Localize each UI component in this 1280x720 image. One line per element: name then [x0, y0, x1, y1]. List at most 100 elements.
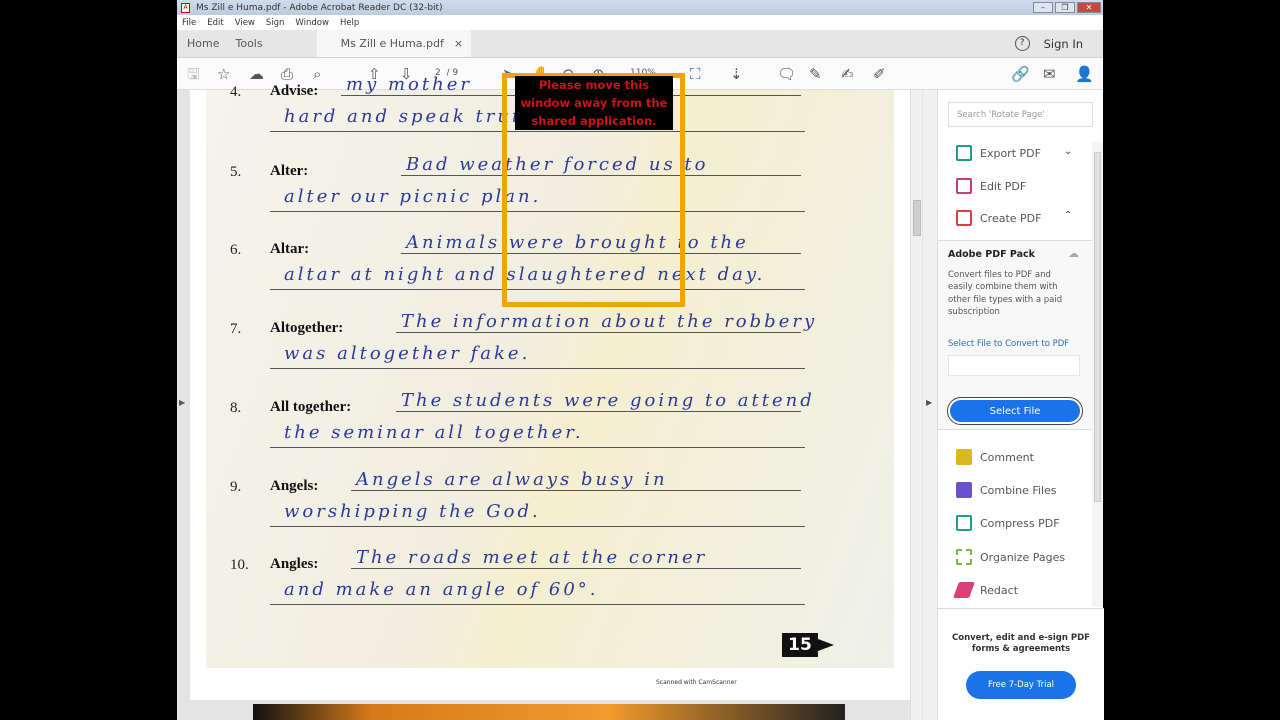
compress-pdf-icon: [956, 515, 972, 531]
organize-pages-icon: [956, 549, 972, 565]
entry-sentence-line2: the seminar all together.: [284, 422, 584, 443]
tool-export-pdf[interactable]: Export PDF: [956, 145, 1041, 161]
title-bar: A Ms Zill e Huma.pdf - Adobe Acrobat Rea…: [177, 0, 1103, 15]
document-scrollbar[interactable]: [910, 90, 922, 720]
select-file-label: Select File to Convert to PDF: [948, 339, 1070, 349]
tool-label: Export PDF: [980, 146, 1041, 160]
select-file-button[interactable]: Select File: [947, 397, 1083, 425]
create-pdf-icon: [956, 210, 972, 226]
entry-sentence-line2: worshipping the God.: [284, 501, 541, 522]
minimize-button[interactable]: –: [1033, 2, 1053, 13]
close-window-button[interactable]: ✕: [1077, 2, 1101, 13]
tool-redact[interactable]: Redact: [953, 582, 1019, 598]
entry-number: 6.: [230, 242, 242, 258]
bookmark-star-icon[interactable]: ☆: [217, 65, 230, 83]
save-icon[interactable]: 🖫: [187, 65, 200, 83]
tool-label: Edit PDF: [980, 179, 1027, 193]
entry-word: Alter:: [270, 163, 309, 179]
entry-word: All together:: [270, 399, 352, 415]
entry-word: Angels:: [270, 478, 319, 494]
help-icon[interactable]: ?: [1014, 36, 1030, 51]
scroll-mode-icon[interactable]: ⇣: [730, 65, 743, 83]
highlight-icon[interactable]: ✎: [809, 65, 822, 83]
menu-bar: File Edit View Sign Window Help: [177, 15, 1103, 30]
tab-document-label: Ms Zill e Huma.pdf: [340, 37, 444, 50]
tool-compress-pdf[interactable]: Compress PDF: [956, 515, 1060, 531]
add-user-icon[interactable]: 👤: [1075, 65, 1094, 83]
entry-word: Altogether:: [270, 320, 344, 336]
menu-sign[interactable]: Sign: [266, 18, 285, 28]
combine-files-icon: [956, 482, 972, 498]
page-number-badge: 15: [782, 633, 834, 657]
entry-sentence-line2: was altogether fake.: [284, 343, 531, 364]
menu-file[interactable]: File: [182, 18, 196, 28]
menu-view[interactable]: View: [235, 18, 255, 28]
redact-icon: [953, 582, 975, 598]
tab-home[interactable]: Home: [177, 30, 229, 57]
promo-text: Convert, edit and e-sign PDF forms & agr…: [952, 633, 1090, 654]
entry-sentence-line2: and make an angle of 60°.: [284, 579, 599, 600]
tool-label: Comment: [980, 450, 1034, 464]
entry-word: Altar:: [270, 241, 310, 257]
tab-bar: Home Tools Ms Zill e Huma.pdf × ? Sign I…: [177, 30, 1103, 58]
share-warning: Please move this window away from the sh…: [515, 76, 673, 130]
entry-number: 5.: [230, 164, 242, 180]
fill-sign-icon[interactable]: ✐: [873, 65, 886, 83]
upload-cloud-icon[interactable]: ☁: [249, 65, 264, 83]
file-input[interactable]: [948, 355, 1080, 376]
share-link-icon[interactable]: 🔗: [1011, 65, 1030, 83]
search-icon[interactable]: ⌕: [313, 65, 321, 83]
tools-pane: Search 'Rotate Page' Export PDF ⌄ Edit P…: [937, 90, 1104, 720]
tab-close-icon[interactable]: ×: [454, 37, 463, 50]
cloud-files-icon: ☁: [1068, 247, 1079, 260]
next-page-preview: [253, 704, 845, 720]
tool-label: Combine Files: [980, 483, 1057, 497]
fit-page-icon[interactable]: ⛶: [690, 65, 701, 83]
entry-number: 9.: [230, 479, 242, 495]
comment-icon: [956, 449, 972, 465]
print-icon[interactable]: ⎙: [281, 65, 293, 83]
menu-help[interactable]: Help: [340, 18, 359, 28]
sign-in-link[interactable]: Sign In: [1044, 37, 1083, 51]
entry-sentence-line1: The roads meet at the corner: [356, 547, 708, 568]
pdf-app-icon: A: [181, 2, 190, 13]
pack-description: Convert files to PDF and easily combine …: [948, 270, 1063, 318]
tool-combine-files[interactable]: Combine Files: [956, 482, 1057, 498]
chevron-down-icon[interactable]: ⌄: [1064, 146, 1072, 157]
trial-promo: Convert, edit and e-sign PDF forms & agr…: [938, 608, 1104, 720]
right-pane-toggle-icon[interactable]: ▶: [926, 398, 932, 407]
entry-sentence-line1: Angels are always busy in: [356, 469, 668, 490]
tab-document[interactable]: Ms Zill e Huma.pdf ×: [316, 30, 472, 57]
comment-icon[interactable]: 🗨: [777, 65, 796, 83]
window-title: Ms Zill e Huma.pdf - Adobe Acrobat Reade…: [196, 2, 443, 13]
menu-window[interactable]: Window: [295, 18, 329, 28]
scanner-footer: Scanned with CamScanner: [656, 679, 737, 686]
tools-search-input[interactable]: Search 'Rotate Page': [948, 102, 1093, 127]
left-pane-toggle-icon[interactable]: ▶: [179, 398, 185, 407]
restore-button[interactable]: ❐: [1055, 2, 1075, 13]
pack-title: Adobe PDF Pack: [948, 249, 1035, 260]
email-icon[interactable]: ✉: [1043, 65, 1056, 83]
tool-label: Organize Pages: [980, 550, 1066, 564]
entry-word: Angles:: [270, 556, 319, 572]
entry-number: 8.: [230, 400, 242, 416]
tool-organize-pages[interactable]: Organize Pages: [956, 549, 1065, 565]
tool-create-pdf[interactable]: Create PDF: [956, 210, 1041, 226]
entry-sentence-line1: my mother: [346, 74, 472, 95]
tool-label: Create PDF: [980, 211, 1042, 225]
menu-edit[interactable]: Edit: [207, 18, 223, 28]
entry-sentence-line1: The students were going to attend: [401, 390, 815, 411]
tools-pane-scrollbar[interactable]: [1092, 142, 1103, 607]
tab-tools[interactable]: Tools: [225, 30, 272, 57]
tool-label: Redact: [980, 583, 1019, 597]
sign-icon[interactable]: ✍: [841, 65, 854, 83]
tool-edit-pdf[interactable]: Edit PDF: [956, 178, 1026, 194]
entry-sentence-line1: The information about the robbery: [401, 311, 818, 332]
chevron-up-icon[interactable]: ⌃: [1064, 210, 1072, 221]
entry-number: 10.: [230, 557, 249, 573]
free-trial-button[interactable]: Free 7-Day Trial: [966, 671, 1076, 699]
tool-comment[interactable]: Comment: [956, 449, 1034, 465]
entry-number: 7.: [230, 321, 242, 337]
export-pdf-icon: [956, 145, 972, 161]
tool-label: Compress PDF: [980, 516, 1060, 530]
